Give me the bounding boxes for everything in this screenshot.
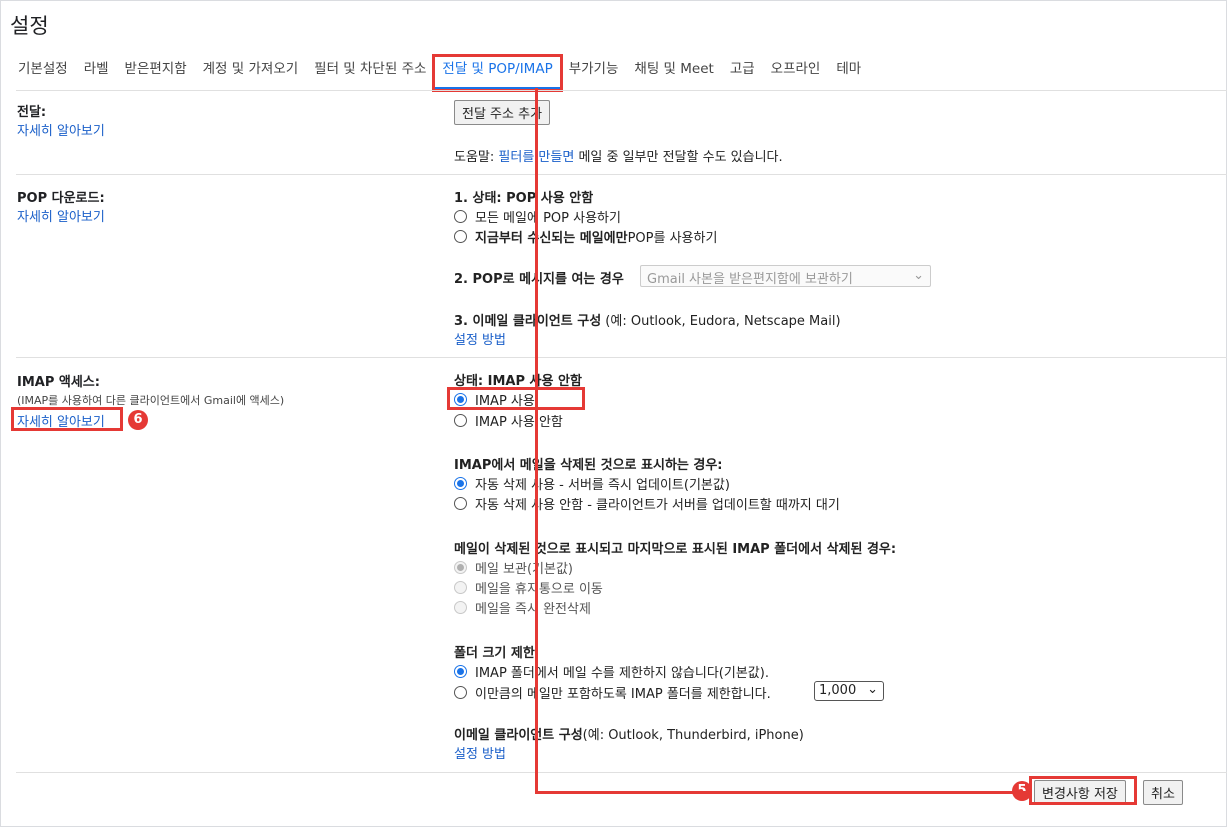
radio-button-disabled[interactable] xyxy=(454,581,467,594)
radio-button[interactable] xyxy=(454,210,467,223)
forwarding-help-text: 도움말: 필터를 만들면 메일 중 일부만 전달할 수도 있습니다. xyxy=(454,146,783,165)
step-badge-6: 6 xyxy=(128,410,148,430)
imap-label: IMAP 액세스: xyxy=(17,375,100,390)
tab-forwarding-pop-imap[interactable]: 전달 및 POP/IMAP xyxy=(432,54,563,92)
annotation-connector xyxy=(535,791,1029,794)
tab-chat-meet[interactable]: 채팅 및 Meet xyxy=(626,56,721,90)
page-title: 설정 xyxy=(10,14,49,38)
settings-tabs: 기본설정 라벨 받은편지함 계정 및 가져오기 필터 및 차단된 주소 전달 및… xyxy=(10,54,869,92)
imap-client-config: 이메일 클라이언트 구성(예: Outlook, Thunderbird, iP… xyxy=(454,724,804,743)
radio-button[interactable] xyxy=(454,686,467,699)
archive-option[interactable]: 메일 보관(기본값) xyxy=(454,558,573,577)
chevron-down-icon: ⌄ xyxy=(913,268,924,283)
radio-button[interactable] xyxy=(454,414,467,427)
radio-button-disabled[interactable] xyxy=(454,601,467,614)
imap-disable-option[interactable]: IMAP 사용 안함 xyxy=(454,411,563,430)
option-label: IMAP 사용 안함 xyxy=(475,415,563,430)
client-examples: (예: Outlook, Thunderbird, iPhone) xyxy=(582,728,804,743)
trash-option[interactable]: 메일을 휴지통으로 이동 xyxy=(454,578,603,597)
option-label: 자동 삭제 사용 - 서버를 즉시 업데이트(기본값) xyxy=(475,478,730,493)
help-prefix: 도움말: xyxy=(454,150,499,165)
radio-button[interactable] xyxy=(454,230,467,243)
tab-themes[interactable]: 테마 xyxy=(828,56,869,90)
forwarding-learn-more-link[interactable]: 자세히 알아보기 xyxy=(17,120,105,139)
client-label: 3. 이메일 클라이언트 구성 xyxy=(454,314,602,329)
radio-button-selected[interactable] xyxy=(454,477,467,490)
forwarding-label: 전달: xyxy=(17,105,47,120)
pop-when-opened-label: 2. POP로 메시지를 여는 경우 xyxy=(454,272,624,287)
radio-button-disabled[interactable] xyxy=(454,561,467,574)
divider xyxy=(16,90,1227,91)
option-label: IMAP 폴더에서 메일 수를 제한하지 않습니다(기본값). xyxy=(475,666,769,681)
auto-expunge-off-option[interactable]: 자동 삭제 사용 안함 - 클라이언트가 서버를 업데이트할 때까지 대기 xyxy=(454,494,840,513)
option-label: 메일을 휴지통으로 이동 xyxy=(475,582,603,597)
pop-label: POP 다운로드: xyxy=(17,191,105,206)
imap-delete-heading: IMAP에서 메일을 삭제된 것으로 표시하는 경우: xyxy=(454,458,723,473)
help-suffix: 메일 중 일부만 전달할 수도 있습니다. xyxy=(574,150,783,165)
tab-offline[interactable]: 오프라인 xyxy=(763,56,829,90)
no-limit-option[interactable]: IMAP 폴더에서 메일 수를 제한하지 않습니다(기본값). xyxy=(454,662,769,681)
imap-setup-link[interactable]: 설정 방법 xyxy=(454,743,506,762)
client-examples: (예: Outlook, Eudora, Netscape Mail) xyxy=(601,314,841,329)
settings-frame xyxy=(0,0,1227,827)
tab-labels[interactable]: 라벨 xyxy=(76,56,117,90)
delete-forever-option[interactable]: 메일을 즉시 완전삭제 xyxy=(454,598,591,617)
highlight-save xyxy=(1029,776,1137,805)
option-label: 이만큼의 메일만 포함하도록 IMAP 폴더를 제한합니다. xyxy=(475,687,771,702)
imap-expunge-heading: 메일이 삭제된 것으로 표시되고 마지막으로 표시된 IMAP 폴더에서 삭제된… xyxy=(454,542,897,557)
pop-status: 1. 상태: POP 사용 안함 xyxy=(454,191,594,206)
pop-client-config: 3. 이메일 클라이언트 구성 (예: Outlook, Eudora, Net… xyxy=(454,310,841,329)
option-label-bold: 지금부터 수신되는 메일에만 xyxy=(475,231,628,246)
limit-option[interactable]: 이만큼의 메일만 포함하도록 IMAP 폴더를 제한합니다. xyxy=(454,683,771,702)
option-label: 모든 메일에 POP 사용하기 xyxy=(475,211,621,226)
client-label: 이메일 클라이언트 구성 xyxy=(454,728,583,743)
pop-from-now-option[interactable]: 지금부터 수신되는 메일에만 POP를 사용하기 xyxy=(454,227,717,246)
imap-sublabel: (IMAP를 사용하여 다른 클라이언트에서 Gmail에 액세스) xyxy=(17,394,285,407)
folder-limit-select[interactable]: 1,000 ⌄ xyxy=(814,681,884,701)
radio-button[interactable] xyxy=(454,497,467,510)
option-label: 자동 삭제 사용 안함 - 클라이언트가 서버를 업데이트할 때까지 대기 xyxy=(475,498,840,513)
cancel-button[interactable]: 취소 xyxy=(1143,780,1183,805)
annotation-connector xyxy=(535,88,538,794)
tab-addons[interactable]: 부가기능 xyxy=(561,56,627,90)
tab-advanced[interactable]: 고급 xyxy=(722,56,763,90)
tab-accounts[interactable]: 계정 및 가져오기 xyxy=(195,56,307,90)
divider xyxy=(16,174,1227,175)
option-label: 메일을 즉시 완전삭제 xyxy=(475,602,591,617)
pop-when-opened-select[interactable]: Gmail 사본을 받은편지함에 보관하기 ⌄ xyxy=(640,265,931,287)
radio-button-selected[interactable] xyxy=(454,665,467,678)
pop-setup-link[interactable]: 설정 방법 xyxy=(454,329,506,348)
chevron-down-icon: ⌄ xyxy=(867,682,878,697)
tab-inbox[interactable]: 받은편지함 xyxy=(117,56,195,90)
option-label-rest: POP를 사용하기 xyxy=(627,231,718,246)
divider xyxy=(16,357,1227,358)
select-value: 1,000 xyxy=(819,683,857,698)
tab-filters[interactable]: 필터 및 차단된 주소 xyxy=(306,56,434,90)
tab-general[interactable]: 기본설정 xyxy=(10,56,76,90)
auto-expunge-on-option[interactable]: 자동 삭제 사용 - 서버를 즉시 업데이트(기본값) xyxy=(454,474,730,493)
folder-limit-heading: 폴더 크기 제한 xyxy=(454,646,535,661)
option-label: 메일 보관(기본값) xyxy=(475,562,573,577)
select-value: Gmail 사본을 받은편지함에 보관하기 xyxy=(647,272,853,287)
pop-learn-more-link[interactable]: 자세히 알아보기 xyxy=(17,206,105,225)
divider xyxy=(16,772,1227,773)
highlight-learn-more xyxy=(11,407,123,431)
highlight-imap-enable xyxy=(447,387,585,410)
